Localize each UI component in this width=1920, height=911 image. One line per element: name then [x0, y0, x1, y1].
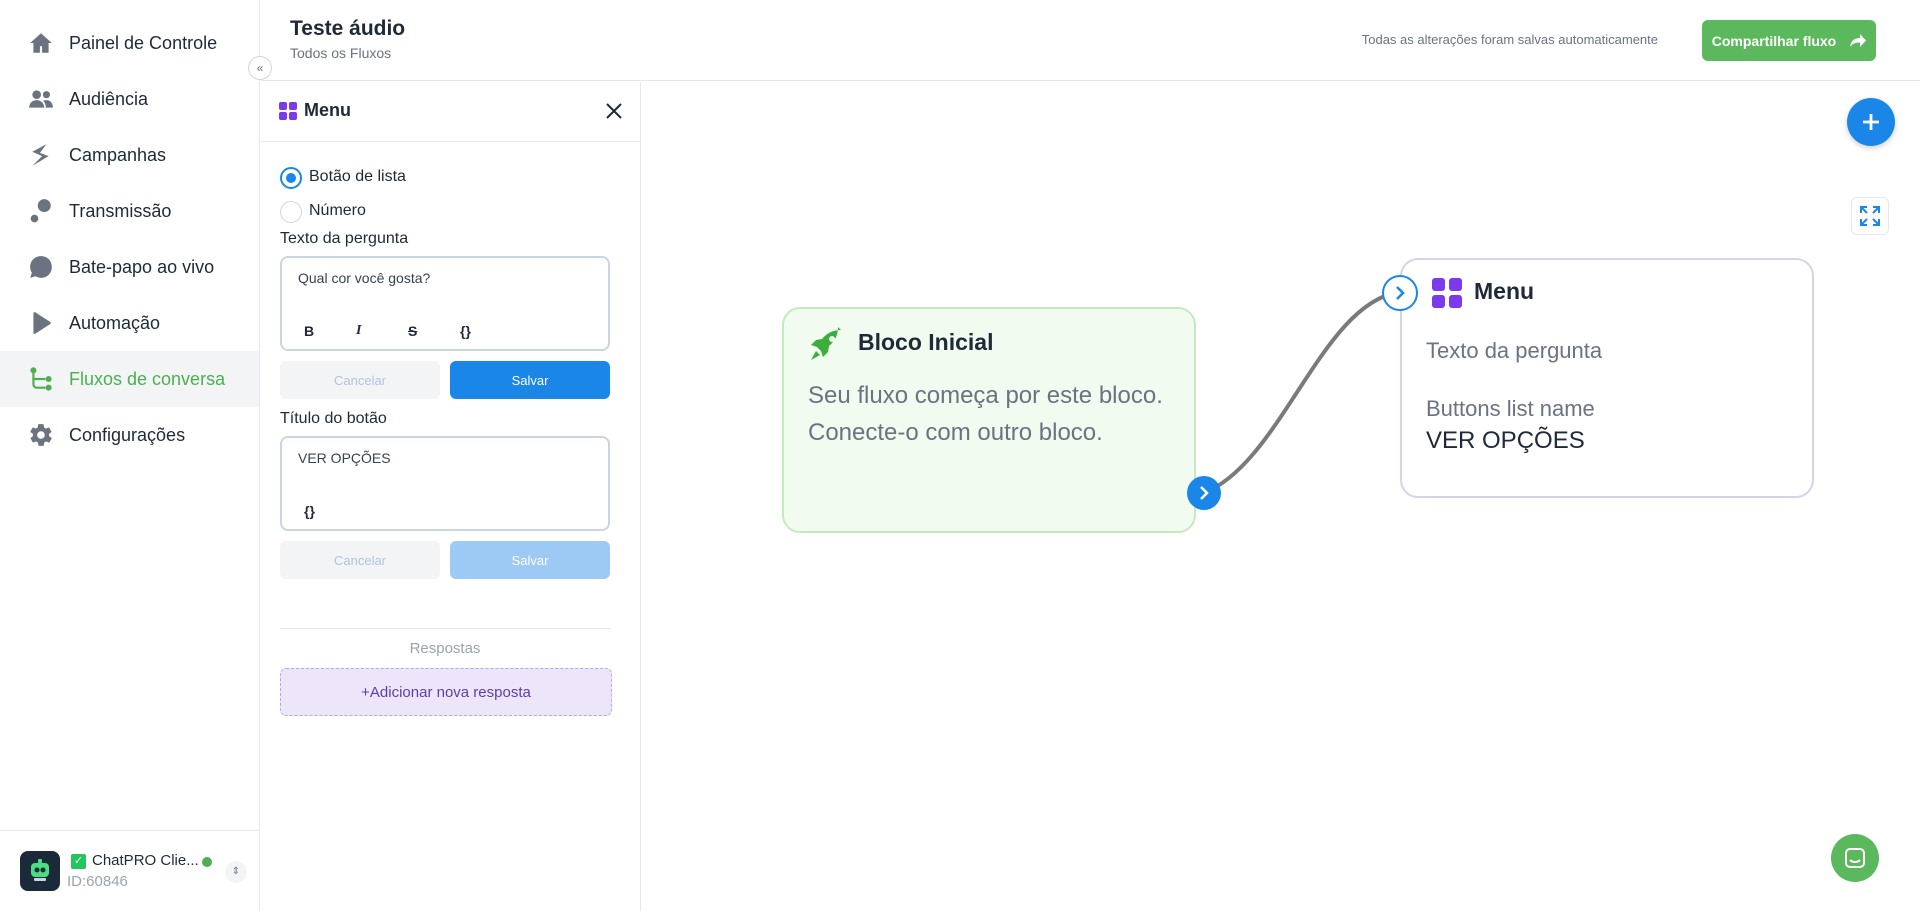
menu-grid-icon — [279, 102, 297, 120]
gear-icon — [28, 422, 54, 448]
radio-list-button[interactable] — [280, 167, 302, 189]
input-port[interactable] — [1382, 275, 1418, 311]
sidebar-item-broadcast[interactable]: Transmissão — [0, 183, 259, 239]
sidebar-item-live-chat[interactable]: Bate-papo ao vivo — [0, 239, 259, 295]
sidebar-item-label: Fluxos de conversa — [69, 368, 226, 389]
share-flow-label: Compartilhar fluxo — [1711, 32, 1837, 49]
button-title-cancel-button[interactable]: Cancelar — [280, 541, 440, 579]
sidebar-item-label: Campanhas — [69, 144, 167, 165]
expand-icon — [1860, 206, 1880, 226]
menu-node-question-label: Texto da pergunta — [1426, 338, 1603, 363]
menu-node[interactable]: Menu Texto da pergunta Buttons list name… — [1400, 258, 1814, 498]
question-text-editor[interactable]: Qual cor você gosta? B I S {} — [280, 256, 610, 351]
automation-icon — [28, 310, 54, 336]
strikethrough-icon[interactable]: S — [408, 323, 417, 339]
sidebar-item-label: Bate-papo ao vivo — [69, 256, 215, 277]
menu-node-buttons-list-label: Buttons list name — [1426, 396, 1595, 421]
account-name: ChatPRO Clie... — [92, 852, 199, 869]
account-id: ID:60846 — [67, 873, 128, 890]
question-text-value: Qual cor você gosta? — [298, 270, 431, 286]
menu-node-title: Menu — [1474, 278, 1535, 304]
sidebar-item-label: Transmissão — [69, 200, 172, 221]
radio-number[interactable] — [280, 201, 302, 223]
avatar — [20, 851, 60, 891]
variable-braces-icon[interactable]: {} — [304, 503, 315, 519]
button-title-value: VER OPÇÕES — [298, 450, 391, 466]
page-title: Teste áudio — [290, 17, 406, 40]
broadcast-icon — [28, 198, 54, 224]
people-icon — [28, 86, 54, 112]
button-title-editor[interactable]: VER OPÇÕES {} — [280, 436, 610, 531]
button-title-label: Título do botão — [280, 410, 387, 427]
support-chat-button[interactable] — [1831, 834, 1879, 882]
question-save-button[interactable]: Salvar — [450, 361, 610, 399]
switch-account-icon[interactable]: ⇕ — [225, 861, 247, 883]
start-block-description: Seu fluxo começa por este bloco. Conecte… — [808, 382, 1163, 446]
online-status-dot — [202, 857, 212, 867]
add-block-button[interactable] — [1847, 98, 1895, 146]
chevron-right-icon — [1396, 286, 1405, 300]
breadcrumb[interactable]: Todos os Fluxos — [290, 45, 391, 61]
share-flow-button[interactable]: Compartilhar fluxo — [1702, 20, 1876, 61]
rocket-icon — [811, 327, 841, 360]
campaigns-icon — [28, 142, 54, 168]
italic-icon[interactable]: I — [356, 323, 361, 339]
divider — [280, 628, 610, 629]
account-switcher[interactable]: ✓ ChatPRO Clie... ID:60846 ⇕ — [0, 830, 259, 911]
menu-editor-panel: Menu Botão de lista Número Texto da perg… — [261, 82, 641, 911]
collapse-sidebar-button[interactable]: « — [248, 56, 272, 80]
sidebar: Painel de Controle Audiência Campanhas T… — [0, 0, 260, 911]
radio-list-button-label: Botão de lista — [309, 168, 406, 185]
chat-bubble-icon — [28, 254, 54, 280]
bold-icon[interactable]: B — [304, 323, 314, 339]
chevron-right-icon — [1200, 486, 1209, 500]
responses-label: Respostas — [409, 640, 481, 657]
sidebar-item-automation[interactable]: Automação — [0, 295, 259, 351]
autosave-status: Todas as alterações foram salvas automat… — [1361, 32, 1658, 47]
start-block-node[interactable]: Bloco Inicial Seu fluxo começa por este … — [782, 307, 1196, 533]
sidebar-item-settings[interactable]: Configurações — [0, 407, 259, 463]
menu-node-buttons-list-value: VER OPÇÕES — [1426, 427, 1585, 454]
sidebar-item-dashboard[interactable]: Painel de Controle — [0, 15, 259, 71]
question-cancel-button[interactable]: Cancelar — [280, 361, 440, 399]
panel-title: Menu — [304, 100, 351, 120]
question-text-label: Texto da pergunta — [280, 230, 409, 247]
chat-icon — [1845, 848, 1865, 868]
radio-number-label: Número — [309, 202, 366, 219]
menu-grid-icon — [1432, 278, 1462, 308]
start-block-title: Bloco Inicial — [858, 329, 994, 355]
share-arrow-icon — [1850, 33, 1867, 47]
flow-icon — [28, 366, 54, 392]
panel-header: Menu — [261, 82, 641, 142]
sidebar-item-audience[interactable]: Audiência — [0, 71, 259, 127]
plus-icon — [1863, 114, 1879, 130]
sidebar-item-campaigns[interactable]: Campanhas — [0, 127, 259, 183]
add-response-button[interactable]: +Adicionar nova resposta — [280, 668, 612, 716]
flow-canvas[interactable]: Bloco Inicial Seu fluxo começa por este … — [642, 82, 1920, 911]
sidebar-item-conversation-flows[interactable]: Fluxos de conversa — [0, 351, 259, 407]
verified-check-icon: ✓ — [71, 854, 86, 869]
header: Teste áudio Todos os Fluxos Todas as alt… — [261, 0, 1920, 81]
button-title-save-button[interactable]: Salvar — [450, 541, 610, 579]
sidebar-item-label: Automação — [69, 312, 161, 333]
fullscreen-button[interactable] — [1851, 197, 1889, 235]
sidebar-item-label: Configurações — [69, 424, 186, 445]
close-icon[interactable] — [601, 98, 627, 124]
sidebar-item-label: Audiência — [69, 88, 149, 109]
sidebar-item-label: Painel de Controle — [69, 32, 218, 53]
home-icon — [28, 30, 54, 56]
output-port[interactable] — [1187, 476, 1221, 510]
variable-braces-icon[interactable]: {} — [460, 323, 471, 339]
